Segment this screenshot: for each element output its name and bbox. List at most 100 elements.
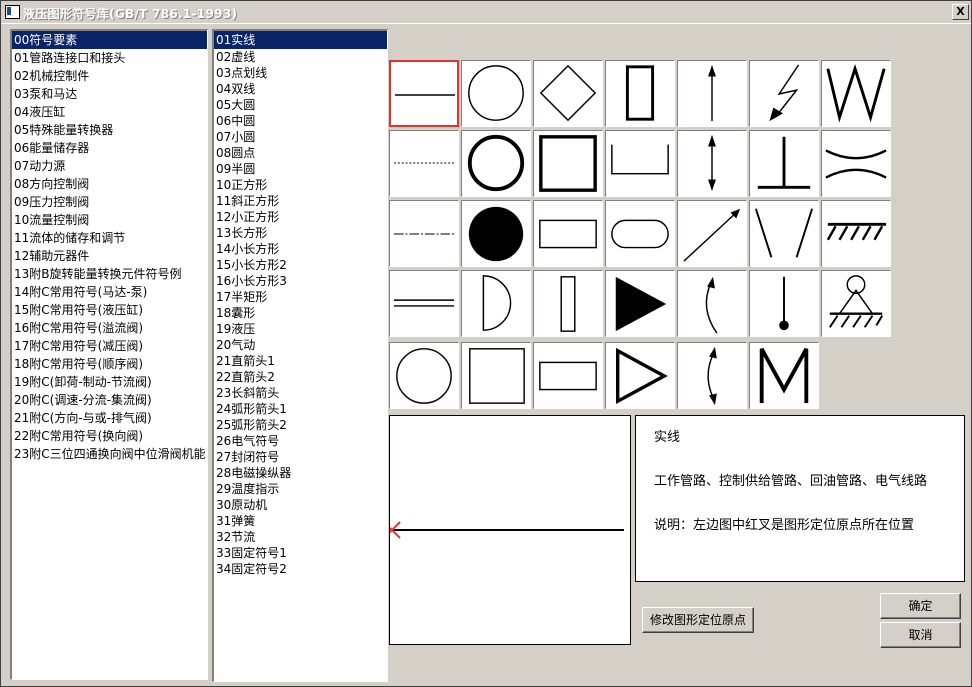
symbol-cell-diamond[interactable]: [533, 60, 603, 127]
symbol-cell-small-square[interactable]: [461, 342, 531, 409]
symbol-cell-semicircle[interactable]: [461, 270, 531, 337]
list-item[interactable]: 00符号要素: [12, 31, 207, 49]
symbol-cell-hydraulic[interactable]: [605, 270, 675, 337]
symbol-cell-vent[interactable]: [749, 200, 819, 267]
list-item[interactable]: 21附C(方向-与或-排气阀): [12, 409, 207, 427]
list-item[interactable]: 34固定符号2: [214, 561, 387, 577]
list-item[interactable]: 31弹簧: [214, 513, 387, 529]
list-item[interactable]: 10流量控制阀: [12, 211, 207, 229]
list-item[interactable]: 16小长方形3: [214, 273, 387, 289]
symbol-cell-arc-arrow-1[interactable]: [677, 270, 747, 337]
symbol-cell-capsule[interactable]: [605, 200, 675, 267]
list-item[interactable]: 12辅助元器件: [12, 247, 207, 265]
list-item[interactable]: 14小长方形: [214, 241, 387, 257]
list-item[interactable]: 19附C(卸荷-制动-节流阀): [12, 373, 207, 391]
list-item[interactable]: 25弧形箭头2: [214, 417, 387, 433]
category-list[interactable]: 00符号要素 01管路连接口和接头 02机械控制件 03泵和马达 04液压缸 0…: [10, 29, 208, 680]
list-item[interactable]: 15附C常用符号(液压缸): [12, 301, 207, 319]
symbol-cell-long-rect[interactable]: [533, 200, 603, 267]
list-item[interactable]: 32节流: [214, 529, 387, 545]
list-item[interactable]: 09压力控制阀: [12, 193, 207, 211]
list-item[interactable]: 03泵和马达: [12, 85, 207, 103]
modify-origin-button[interactable]: 修改图形定位原点: [642, 607, 754, 633]
symbol-cell-double-line[interactable]: [389, 270, 459, 337]
symbol-cell-arrow-up[interactable]: [677, 60, 747, 127]
list-item[interactable]: 07小圆: [214, 129, 387, 145]
list-item[interactable]: 10正方形: [214, 177, 387, 193]
list-item[interactable]: 03点划线: [214, 65, 387, 81]
symbol-cell-long-diagonal-arrow[interactable]: [677, 200, 747, 267]
list-item[interactable]: 20气动: [214, 337, 387, 353]
list-item[interactable]: 20附C(调速-分流-集流阀): [12, 391, 207, 409]
list-item[interactable]: 17附C常用符号(减压阀): [12, 337, 207, 355]
list-item[interactable]: 04双线: [214, 81, 387, 97]
symbol-cell-fixed-1[interactable]: [821, 200, 891, 267]
symbol-cell-double-arrow[interactable]: [677, 130, 747, 197]
list-item[interactable]: 06能量储存器: [12, 139, 207, 157]
list-item[interactable]: 23附C三位四通换向阀中位滑阀机能: [12, 445, 207, 463]
symbol-cell-dot[interactable]: [461, 200, 531, 267]
list-item[interactable]: 23长斜箭头: [214, 385, 387, 401]
list-item[interactable]: 30原动机: [214, 497, 387, 513]
symbol-cell-dashed-line[interactable]: [389, 130, 459, 197]
list-item[interactable]: 33固定符号1: [214, 545, 387, 561]
list-item[interactable]: 12小正方形: [214, 209, 387, 225]
title-bar[interactable]: 液压图形符号库(GB/T 786.1-1993) X: [1, 1, 971, 24]
ok-button[interactable]: 确定: [880, 593, 961, 619]
list-item[interactable]: 08圆点: [214, 145, 387, 161]
list-item[interactable]: 24弧形箭头1: [214, 401, 387, 417]
list-item[interactable]: 28电磁操纵器: [214, 465, 387, 481]
list-item[interactable]: 13附B旋转能量转换元件符号例: [12, 265, 207, 283]
list-item[interactable]: 02虚线: [214, 49, 387, 65]
symbol-cell-slim-rect[interactable]: [533, 270, 603, 337]
symbol-cell-throttle[interactable]: [821, 130, 891, 197]
list-item[interactable]: 11流体的储存和调节: [12, 229, 207, 247]
close-button[interactable]: X: [952, 4, 969, 20]
list-item[interactable]: 05特殊能量转换器: [12, 121, 207, 139]
cancel-button[interactable]: 取消: [880, 622, 961, 648]
symbol-cell-solid-line[interactable]: [389, 60, 459, 127]
list-item[interactable]: 17半矩形: [214, 289, 387, 305]
list-item[interactable]: 18囊形: [214, 305, 387, 321]
list-item[interactable]: 15小长方形2: [214, 257, 387, 273]
symbol-cell-fixed-2[interactable]: [821, 270, 891, 337]
list-item[interactable]: 14附C常用符号(马达-泵): [12, 283, 207, 301]
list-item[interactable]: 01管路连接口和接头: [12, 49, 207, 67]
list-item[interactable]: 13长方形: [214, 225, 387, 241]
list-item[interactable]: 07动力源: [12, 157, 207, 175]
symbol-cell-dashdot-line[interactable]: [389, 200, 459, 267]
list-item[interactable]: 26电气符号: [214, 433, 387, 449]
list-item[interactable]: 19液压: [214, 321, 387, 337]
list-item[interactable]: 08方向控制阀: [12, 175, 207, 193]
symbol-cell-small-circle[interactable]: [389, 342, 459, 409]
symbol-cell-small-long-rect[interactable]: [533, 342, 603, 409]
list-item[interactable]: 06中圆: [214, 113, 387, 129]
symbol-cell-spring[interactable]: [821, 60, 891, 127]
list-item[interactable]: 27封闭符号: [214, 449, 387, 465]
list-item[interactable]: 22附C常用符号(换向阀): [12, 427, 207, 445]
symbol-cell-half-rect[interactable]: [605, 130, 675, 197]
symbol-cell-square[interactable]: [533, 130, 603, 197]
list-item[interactable]: 02机械控制件: [12, 67, 207, 85]
list-item[interactable]: 16附C常用符号(溢流阀): [12, 319, 207, 337]
list-item[interactable]: 22直箭头2: [214, 369, 387, 385]
symbol-cell-closed[interactable]: [749, 130, 819, 197]
symbol-cell-solenoid[interactable]: [749, 342, 819, 409]
symbol-list[interactable]: 01实线 02虚线 03点划线 04双线 05大圆 06中圆 07小圆 08圆点…: [212, 29, 388, 682]
list-item[interactable]: 18附C常用符号(顺序阀): [12, 355, 207, 373]
symbol-cell-temperature[interactable]: [749, 270, 819, 337]
description-note: 说明：左边图中红叉是图形定位原点所在位置: [654, 518, 915, 533]
list-item[interactable]: 21直箭头1: [214, 353, 387, 369]
list-item[interactable]: 04液压缸: [12, 103, 207, 121]
list-item[interactable]: 05大圆: [214, 97, 387, 113]
symbol-cell-mid-circle[interactable]: [461, 130, 531, 197]
symbol-cell-arc-arrow-2[interactable]: [677, 342, 747, 409]
list-item[interactable]: 11斜正方形: [214, 193, 387, 209]
list-item[interactable]: 29温度指示: [214, 481, 387, 497]
symbol-cell-pneumatic[interactable]: [605, 342, 675, 409]
list-item[interactable]: 09半圆: [214, 161, 387, 177]
symbol-cell-big-circle[interactable]: [461, 60, 531, 127]
symbol-cell-electric[interactable]: [749, 60, 819, 127]
symbol-cell-small-rect[interactable]: [605, 60, 675, 127]
list-item[interactable]: 01实线: [214, 31, 387, 49]
